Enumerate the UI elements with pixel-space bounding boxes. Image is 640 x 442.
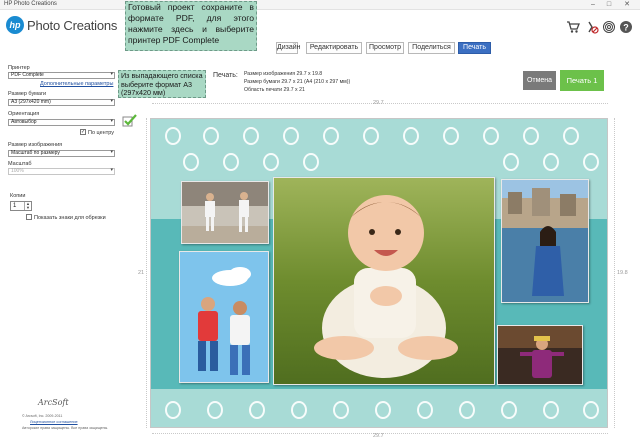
maximize-button[interactable]: □ bbox=[602, 0, 616, 10]
orientation-select[interactable]: Автовыбор bbox=[8, 119, 115, 126]
ring-decoration bbox=[583, 401, 599, 419]
ring-decoration bbox=[443, 127, 459, 145]
copies-spinner[interactable]: 1 ▲ ▼ bbox=[10, 201, 32, 211]
ring-decoration bbox=[483, 127, 499, 145]
ruler-bottom-label: 29.7 bbox=[373, 433, 384, 439]
ring-decoration bbox=[459, 401, 475, 419]
print-label: Печать: bbox=[213, 72, 238, 79]
arcsoft-signature-logo: ArcSoft bbox=[38, 398, 69, 407]
help-icon[interactable]: ? bbox=[619, 20, 633, 36]
ring-decoration bbox=[543, 401, 559, 419]
ring-decoration bbox=[249, 401, 265, 419]
ruler-left bbox=[146, 118, 147, 428]
image-size-label: Размер изображения bbox=[8, 142, 63, 148]
app-title: Photo Creations bbox=[27, 18, 118, 33]
ring-decoration bbox=[263, 153, 279, 171]
tab-share[interactable]: Поделиться bbox=[408, 42, 455, 54]
paper-size-info: Размер бумаги 29.7 x 21 (A4 (210 x 297 м… bbox=[244, 79, 351, 85]
spinner-arrows-icon[interactable]: ▲ ▼ bbox=[24, 202, 31, 210]
tab-edit[interactable]: Редактировать bbox=[306, 42, 362, 54]
rights-text: Авторские права защищены. Все права защи… bbox=[22, 426, 109, 430]
callout-paper-size: Из выпадающего списка выберите формат А3… bbox=[118, 70, 206, 98]
tab-print[interactable]: Печать bbox=[458, 42, 491, 54]
ring-decoration bbox=[583, 153, 599, 171]
app-window: HP Photo Creations – □ ✕ hp Photo Creati… bbox=[0, 0, 640, 442]
ring-decoration bbox=[375, 401, 391, 419]
orientation-label: Ориентация bbox=[8, 111, 40, 117]
paper-size-label: Размер бумаги bbox=[8, 91, 47, 97]
ring-decoration bbox=[417, 401, 433, 419]
ring-decoration bbox=[165, 401, 181, 419]
fingerprint-icon[interactable] bbox=[602, 20, 616, 36]
window-title: HP Photo Creations bbox=[4, 1, 57, 7]
ruler-right-label: 19.8 bbox=[617, 270, 628, 276]
cancel-button[interactable]: Отмена bbox=[523, 71, 556, 90]
ring-decoration bbox=[303, 153, 319, 171]
license-link[interactable]: Лицензионное соглашение bbox=[30, 420, 78, 424]
copies-label: Копии bbox=[10, 193, 26, 199]
crop-marks-checkbox[interactable] bbox=[26, 214, 32, 220]
advanced-settings-link[interactable]: Дополнительные параметры bbox=[40, 81, 113, 87]
ring-decoration bbox=[503, 153, 519, 171]
ring-decoration bbox=[283, 127, 299, 145]
tab-design[interactable]: Дизайн bbox=[276, 42, 301, 54]
ring-decoration bbox=[323, 127, 339, 145]
photo-girl-lake[interactable] bbox=[501, 179, 589, 303]
ruler-right bbox=[614, 118, 615, 428]
photo-performer[interactable] bbox=[497, 325, 583, 385]
ring-decoration bbox=[501, 401, 517, 419]
title-bar: HP Photo Creations bbox=[0, 0, 640, 10]
ring-decoration bbox=[403, 127, 419, 145]
image-size-info: Размер изображения 29.7 x 19.8 bbox=[244, 71, 323, 77]
print-area-info: Область печати 29.7 x 21 bbox=[244, 87, 305, 93]
hp-logo: hp bbox=[6, 16, 24, 34]
ring-decoration bbox=[223, 153, 239, 171]
photo-couple[interactable] bbox=[179, 251, 269, 383]
ring-decoration bbox=[291, 401, 307, 419]
ring-decoration bbox=[363, 127, 379, 145]
paper-size-select[interactable]: A3 (297x420 mm) bbox=[8, 99, 115, 106]
ring-decoration bbox=[183, 153, 199, 171]
photo-karate[interactable] bbox=[181, 181, 269, 244]
minimize-button[interactable]: – bbox=[586, 0, 600, 10]
ring-decoration bbox=[207, 401, 223, 419]
ring-decoration bbox=[165, 127, 181, 145]
ring-decoration bbox=[523, 127, 539, 145]
center-label: По центру bbox=[88, 130, 114, 136]
callout-save-pdf: Готовый проект сохраните в формате PDF, … bbox=[125, 1, 257, 51]
ruler-top-label: 29.7 bbox=[373, 100, 384, 106]
center-checkbox[interactable]: ✓ bbox=[80, 129, 86, 135]
ring-decoration bbox=[563, 127, 579, 145]
scale-label: Масштаб bbox=[8, 161, 32, 167]
checkmark-icon bbox=[122, 114, 138, 128]
printer-select[interactable]: PDF Complete bbox=[8, 72, 115, 79]
ruler-left-label: 21 bbox=[138, 270, 145, 276]
ring-decoration bbox=[333, 401, 349, 419]
close-button[interactable]: ✕ bbox=[620, 0, 634, 10]
ring-decoration bbox=[543, 153, 559, 171]
tab-preview[interactable]: Просмотр bbox=[366, 42, 404, 54]
image-size-select[interactable]: Масштаб по размеру bbox=[8, 150, 115, 157]
photo-baby-main[interactable] bbox=[273, 177, 495, 385]
copies-value: 1 bbox=[13, 203, 17, 209]
crop-marks-label: Показать знаки для обрезки bbox=[34, 215, 106, 221]
print-button[interactable]: Печать 1 bbox=[560, 70, 604, 91]
cart-icon[interactable] bbox=[566, 20, 580, 36]
collage-canvas[interactable] bbox=[150, 118, 608, 428]
scale-select[interactable]: 100% bbox=[8, 168, 115, 175]
no-ads-icon[interactable] bbox=[585, 20, 599, 36]
printer-label: Принтер bbox=[8, 65, 30, 71]
ring-decoration bbox=[203, 127, 219, 145]
ring-decoration bbox=[243, 127, 259, 145]
copyright-text: © Arcsoft, Inc. 2009-2011 bbox=[22, 414, 63, 418]
svg-text:?: ? bbox=[623, 23, 629, 33]
